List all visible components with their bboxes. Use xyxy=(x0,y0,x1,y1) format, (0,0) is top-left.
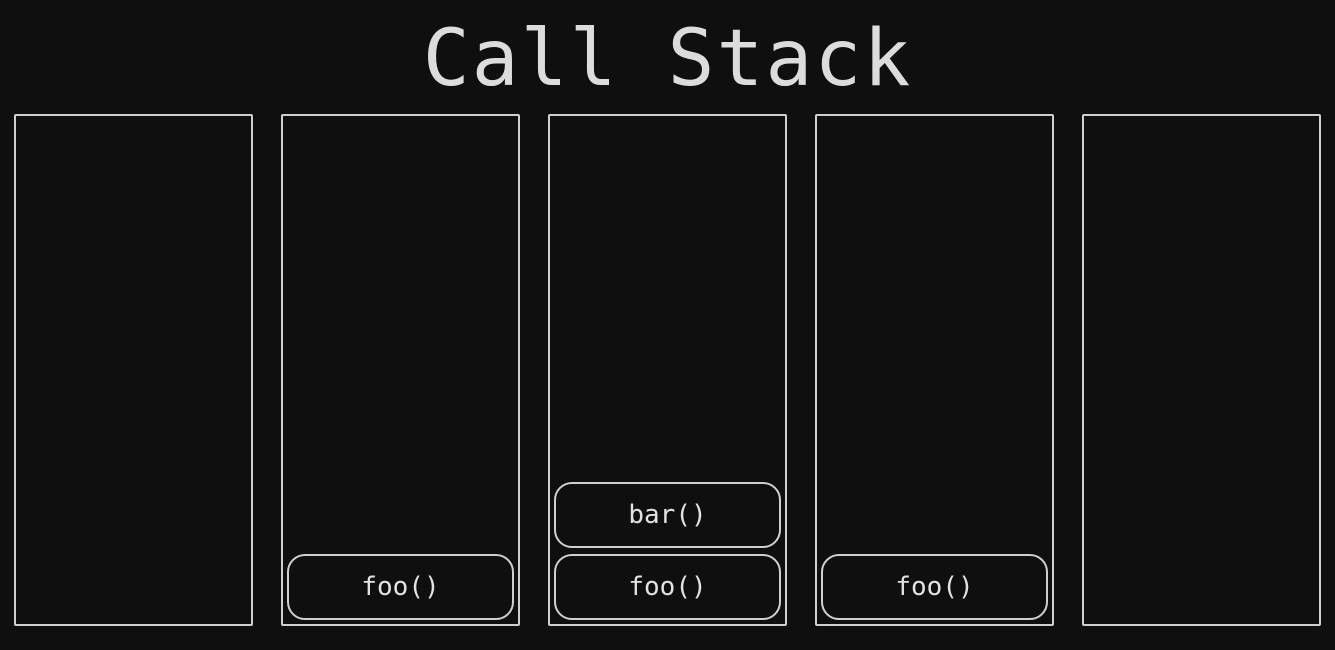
stack-1: foo() xyxy=(281,114,520,626)
stack-4 xyxy=(1082,114,1321,626)
stack-frame: foo() xyxy=(287,554,514,620)
stack-frame: bar() xyxy=(554,482,781,548)
stacks-row: foo() bar() foo() foo() xyxy=(0,114,1335,626)
stack-3: foo() xyxy=(815,114,1054,626)
diagram-title: Call Stack xyxy=(0,0,1335,114)
stack-frame: foo() xyxy=(554,554,781,620)
stack-2: bar() foo() xyxy=(548,114,787,626)
stack-0 xyxy=(14,114,253,626)
stack-frame: foo() xyxy=(821,554,1048,620)
